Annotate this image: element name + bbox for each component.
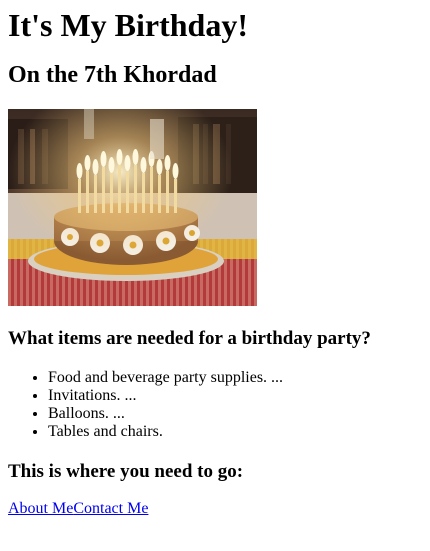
- list-item: Tables and chairs.: [48, 423, 283, 441]
- directions-heading: This is where you need to go:: [8, 461, 244, 482]
- list-item: Balloons. ...: [48, 405, 283, 423]
- about-me-link[interactable]: About Me: [8, 500, 73, 517]
- list-item: Invitations. ...: [48, 387, 283, 405]
- birthday-cake-image: [8, 109, 257, 306]
- list-item: Food and beverage party supplies. ...: [48, 369, 283, 387]
- party-items-heading: What items are needed for a birthday par…: [8, 328, 371, 349]
- contact-me-link[interactable]: Contact Me: [73, 500, 148, 517]
- page-title: It's My Birthday!: [8, 7, 248, 43]
- page-subtitle: On the 7th Khordad: [8, 62, 217, 88]
- party-items-list: Food and beverage party supplies. ... In…: [8, 369, 283, 441]
- nav-links: About MeContact Me: [8, 500, 148, 518]
